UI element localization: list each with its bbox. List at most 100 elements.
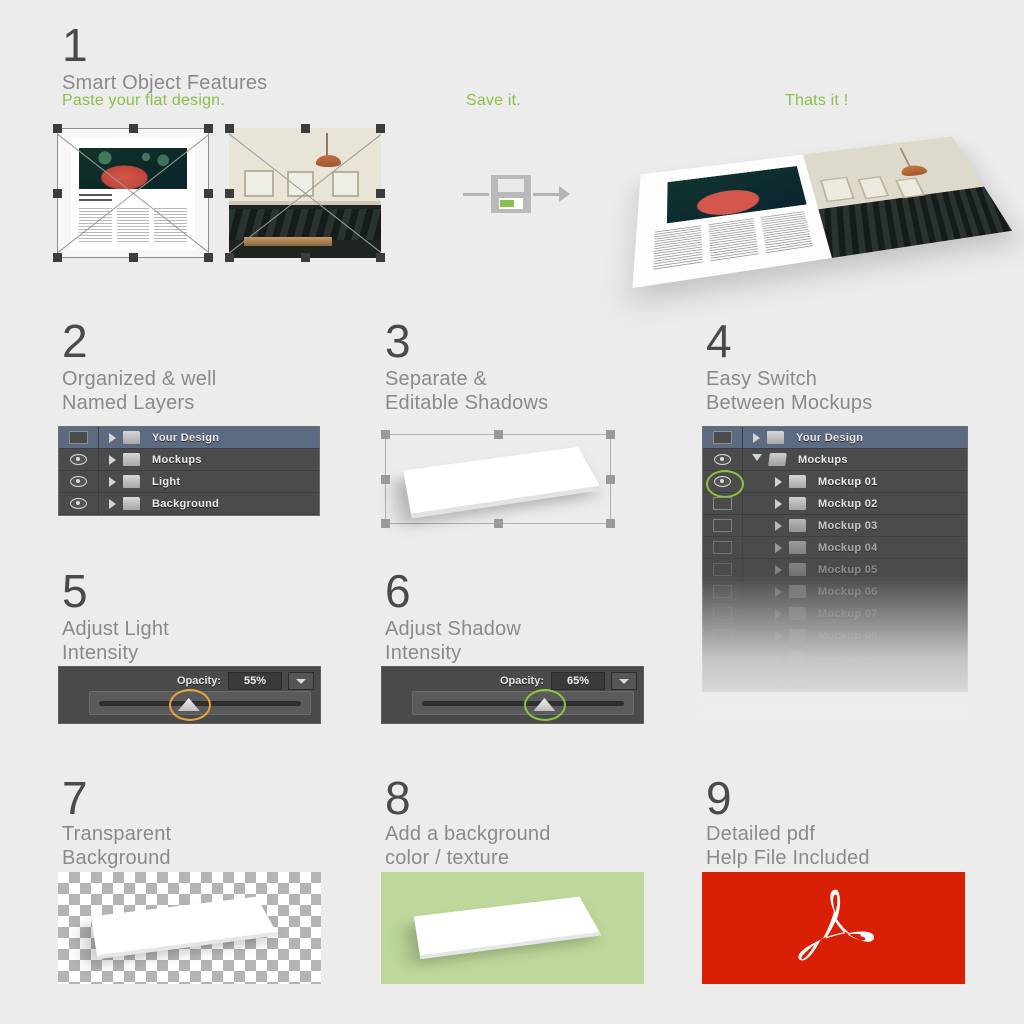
editable-shadow-mockup[interactable]	[381, 430, 615, 528]
visibility-eye-icon[interactable]	[59, 493, 99, 514]
handle-bottom-center[interactable]	[301, 253, 310, 262]
layer-row[interactable]: Mockup 03	[703, 515, 967, 537]
visibility-eye-icon[interactable]	[59, 449, 99, 470]
visibility-toggle-empty[interactable]	[703, 493, 743, 514]
handle-middle-right[interactable]	[204, 189, 213, 198]
step-2-title: Organized & well Named Layers	[62, 358, 362, 416]
chevron-right-icon[interactable]	[753, 432, 760, 443]
handle-bottom-right[interactable]	[204, 253, 213, 262]
layer-name: Mockup 10	[818, 674, 878, 686]
checkbox-icon	[713, 673, 732, 686]
handle-bottom-right[interactable]	[606, 519, 615, 528]
open-magazine	[632, 136, 1013, 289]
layer-row[interactable]: Mockup 05	[703, 559, 967, 581]
layer-row[interactable]: Mockup 04	[703, 537, 967, 559]
visibility-toggle-empty[interactable]	[703, 559, 743, 580]
visibility-toggle-empty[interactable]	[703, 581, 743, 602]
handle-middle-left[interactable]	[381, 475, 390, 484]
thumbnail-interior-photo-design[interactable]	[225, 124, 385, 262]
white-page	[90, 896, 279, 960]
layer-row[interactable]: Your Design	[703, 427, 967, 449]
opacity-value-field[interactable]: 65%	[551, 672, 605, 690]
layer-row[interactable]: Mockups	[703, 449, 967, 471]
layers-panel-mockups[interactable]: Your Design Mockups Mockup 01 Mockup 02 Mock…	[702, 426, 968, 692]
layer-row[interactable]: Mockup 08	[703, 625, 967, 647]
pdf-help-file-panel	[702, 872, 965, 984]
chevron-down-icon[interactable]	[288, 672, 314, 690]
layers-panel-basic[interactable]: Your Design Mockups Light Background	[58, 426, 320, 516]
layer-row[interactable]: Mockup 07	[703, 603, 967, 625]
visibility-toggle-empty[interactable]	[703, 515, 743, 536]
handle-middle-right[interactable]	[376, 189, 385, 198]
layer-row[interactable]: Mockup 06	[703, 581, 967, 603]
handle-bottom-center[interactable]	[129, 253, 138, 262]
chevron-right-icon[interactable]	[775, 542, 782, 553]
chevron-right-icon[interactable]	[775, 498, 782, 509]
opacity-value-field[interactable]: 55%	[228, 672, 282, 690]
eye-icon	[714, 476, 731, 487]
handle-middle-left[interactable]	[53, 189, 62, 198]
layer-row[interactable]: Light	[59, 471, 319, 493]
shadow-opacity-panel[interactable]: Opacity: 65%	[381, 666, 644, 724]
visibility-toggle-empty[interactable]	[703, 647, 743, 668]
handle-top-left[interactable]	[53, 124, 62, 133]
visibility-eye-icon[interactable]	[703, 449, 743, 470]
chevron-right-icon[interactable]	[775, 586, 782, 597]
handle-top-right[interactable]	[606, 430, 615, 439]
visibility-toggle-empty[interactable]	[59, 427, 99, 448]
chevron-down-icon[interactable]	[611, 672, 637, 690]
layer-row[interactable]: Mockup 01	[703, 471, 967, 493]
transparent-background-panel	[58, 872, 321, 984]
visibility-eye-icon[interactable]	[703, 471, 743, 492]
checkbox-icon	[713, 629, 732, 642]
handle-bottom-left[interactable]	[225, 253, 234, 262]
chevron-right-icon[interactable]	[775, 608, 782, 619]
light-opacity-panel[interactable]: Opacity: 55%	[58, 666, 321, 724]
chevron-right-icon[interactable]	[775, 564, 782, 575]
chevron-down-icon[interactable]	[752, 453, 762, 466]
thumbnail-magazine-page-design[interactable]	[53, 124, 213, 262]
folder-icon	[123, 497, 140, 510]
chevron-right-icon[interactable]	[109, 476, 116, 487]
opacity-slider[interactable]	[412, 691, 634, 715]
visibility-toggle-empty[interactable]	[703, 669, 743, 690]
chevron-right-icon[interactable]	[775, 520, 782, 531]
handle-top-right[interactable]	[204, 124, 213, 133]
handle-top-center[interactable]	[301, 124, 310, 133]
visibility-eye-icon[interactable]	[59, 471, 99, 492]
handle-middle-right[interactable]	[606, 475, 615, 484]
folder-icon	[789, 673, 806, 686]
layer-row[interactable]: Mockup 09	[703, 647, 967, 669]
visibility-toggle-empty[interactable]	[703, 625, 743, 646]
layer-row[interactable]: Mockup 02	[703, 493, 967, 515]
handle-top-left[interactable]	[225, 124, 234, 133]
step-title-line-1: Adjust Shadow	[385, 618, 522, 640]
handle-top-left[interactable]	[381, 430, 390, 439]
visibility-toggle-empty[interactable]	[703, 603, 743, 624]
handle-top-center[interactable]	[129, 124, 138, 133]
handle-top-right[interactable]	[376, 124, 385, 133]
chevron-right-icon[interactable]	[109, 432, 116, 443]
layer-row[interactable]: Mockup 10	[703, 669, 967, 691]
handle-middle-left[interactable]	[225, 189, 234, 198]
chevron-right-icon[interactable]	[775, 476, 782, 487]
layer-row[interactable]: Mockups	[59, 449, 319, 471]
folder-icon	[789, 607, 806, 620]
visibility-toggle-empty[interactable]	[703, 427, 743, 448]
handle-top-center[interactable]	[494, 430, 503, 439]
handle-bottom-left[interactable]	[53, 253, 62, 262]
chevron-right-icon[interactable]	[775, 652, 782, 663]
handle-bottom-right[interactable]	[376, 253, 385, 262]
chevron-right-icon[interactable]	[775, 675, 782, 685]
handle-bottom-left[interactable]	[381, 519, 390, 528]
handle-bottom-center[interactable]	[494, 519, 503, 528]
chevron-right-icon[interactable]	[775, 630, 782, 641]
layer-name: Your Design	[796, 431, 864, 444]
chevron-right-icon[interactable]	[109, 454, 116, 465]
folder-icon	[789, 651, 806, 664]
visibility-toggle-empty[interactable]	[703, 537, 743, 558]
eye-icon	[70, 454, 87, 465]
layer-row[interactable]: Background	[59, 493, 319, 515]
chevron-right-icon[interactable]	[109, 498, 116, 509]
layer-row[interactable]: Your Design	[59, 427, 319, 449]
